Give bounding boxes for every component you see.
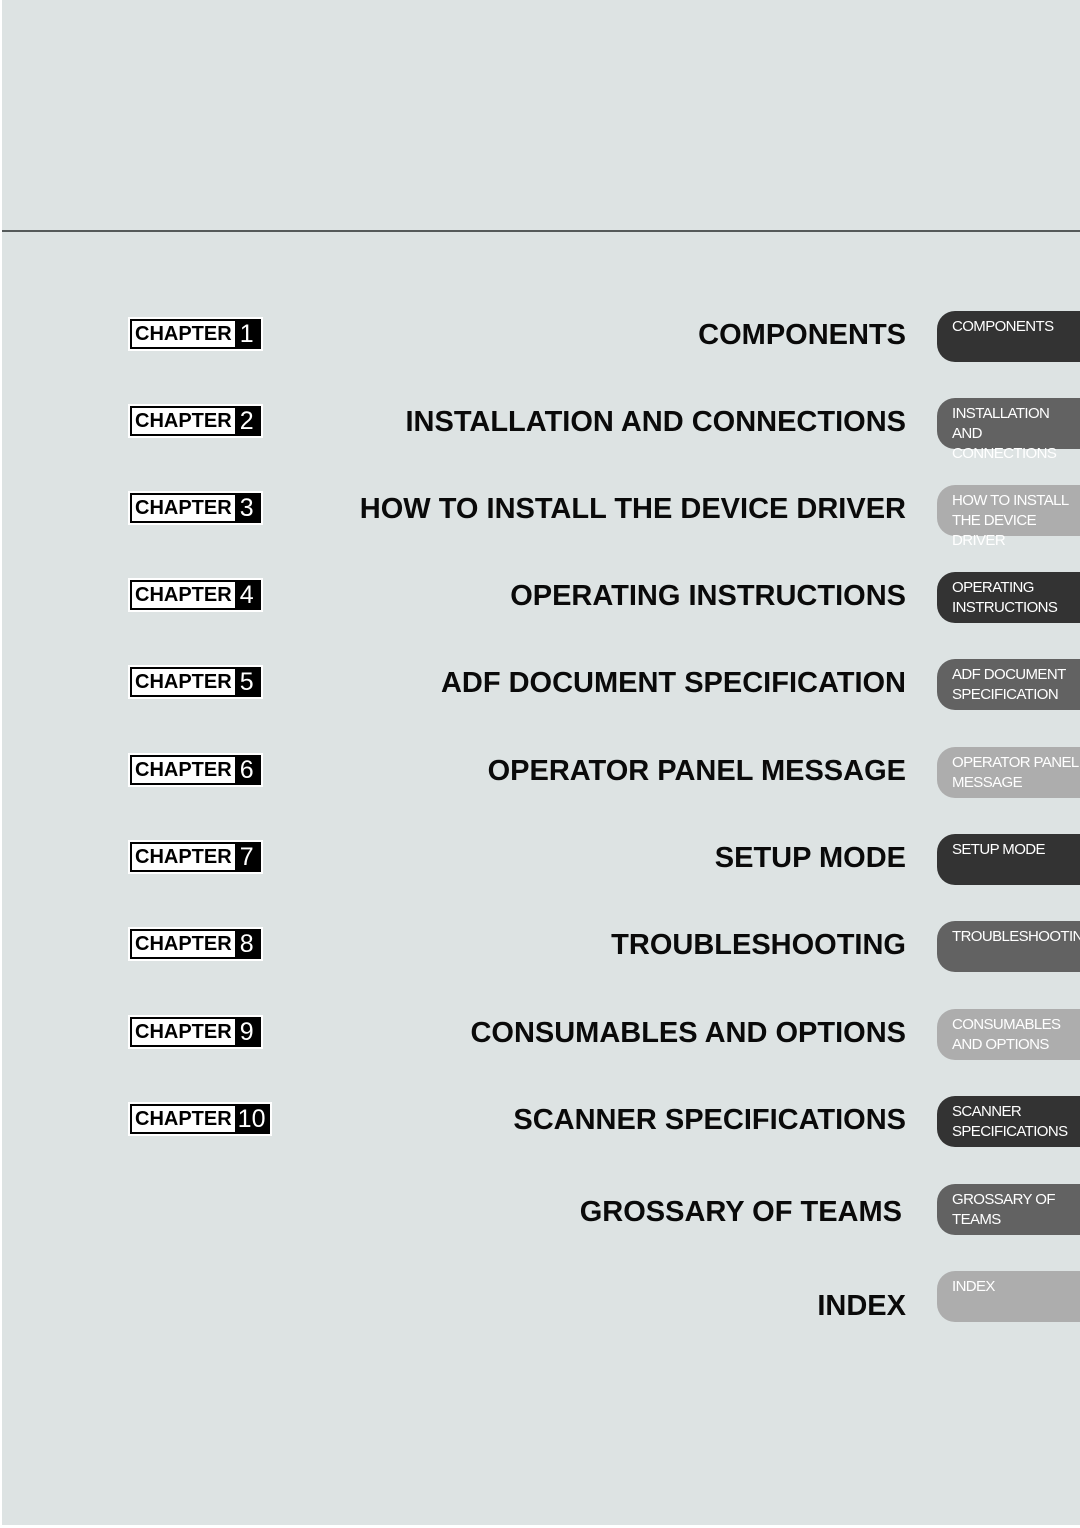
- toc-entry[interactable]: CHAPTER 3 HOW TO INSTALL THE DEVICE DRIVER…: [0, 485, 1080, 549]
- chapter-badge: CHAPTER 6: [128, 753, 263, 787]
- section-title[interactable]: SETUP MODE: [715, 840, 906, 876]
- chapter-number: 7: [234, 844, 259, 870]
- chapter-badge: CHAPTER 4: [128, 578, 263, 612]
- section-title[interactable]: INSTALLATION AND CONNECTIONS: [406, 404, 907, 440]
- chapter-badge: CHAPTER 10: [128, 1102, 273, 1136]
- section-title[interactable]: GROSSARY OF TEAMS: [580, 1194, 902, 1230]
- chapter-number: 9: [234, 1019, 259, 1045]
- section-tab[interactable]: COMPONENTS: [937, 311, 1080, 362]
- section-tab[interactable]: HOW TO INSTALL THE DEVICE DRIVER: [937, 485, 1080, 549]
- chapter-badge: CHAPTER 5: [128, 665, 263, 699]
- chapter-label: CHAPTER: [135, 323, 232, 345]
- chapter-number: 4: [234, 582, 259, 608]
- toc-entry[interactable]: GROSSARY OF TEAMS GROSSARY OF TEAMS: [0, 1184, 1080, 1236]
- toc-entry[interactable]: INDEX INDEX: [0, 1271, 1080, 1323]
- chapter-badge-frame: CHAPTER 6: [130, 755, 261, 785]
- section-tab[interactable]: SETUP MODE: [937, 834, 1080, 885]
- toc-entry[interactable]: CHAPTER 2 INSTALLATION AND CONNECTIONS INST…: [0, 398, 1080, 462]
- section-title[interactable]: COMPONENTS: [698, 317, 906, 353]
- section-title[interactable]: OPERATING INSTRUCTIONS: [510, 578, 906, 614]
- section-tab[interactable]: GROSSARY OF TEAMS: [937, 1184, 1080, 1235]
- chapter-label: CHAPTER: [135, 1021, 232, 1043]
- chapter-label: CHAPTER: [135, 1108, 232, 1130]
- chapter-badge: CHAPTER 1: [128, 317, 263, 351]
- chapter-label: CHAPTER: [135, 671, 232, 693]
- section-title[interactable]: ADF DOCUMENT SPECIFICATION: [441, 665, 906, 701]
- section-tab[interactable]: OPERATOR PANEL MESSAGE: [937, 747, 1080, 798]
- chapter-badge-frame: CHAPTER 7: [130, 842, 261, 872]
- chapter-number: 5: [234, 669, 259, 695]
- chapter-number: 8: [234, 931, 259, 957]
- chapter-label: CHAPTER: [135, 933, 232, 955]
- toc-entry[interactable]: CHAPTER 1 COMPONENTS COMPONENTS: [0, 311, 1080, 363]
- chapter-label: CHAPTER: [135, 759, 232, 781]
- chapter-badge-frame: CHAPTER 10: [130, 1104, 271, 1134]
- toc-entry[interactable]: CHAPTER 7 SETUP MODE SETUP MODE: [0, 834, 1080, 886]
- section-title[interactable]: SCANNER SPECIFICATIONS: [513, 1102, 906, 1138]
- chapter-label: CHAPTER: [135, 497, 232, 519]
- chapter-label: CHAPTER: [135, 584, 232, 606]
- chapter-number: 1: [234, 321, 259, 347]
- section-title[interactable]: OPERATOR PANEL MESSAGE: [488, 753, 906, 789]
- toc-entry[interactable]: CHAPTER 8 TROUBLESHOOTING TROUBLESHOOTING: [0, 921, 1080, 973]
- section-title[interactable]: CONSUMABLES AND OPTIONS: [470, 1015, 906, 1051]
- section-tab[interactable]: TROUBLESHOOTING: [937, 921, 1080, 972]
- chapter-badge-frame: CHAPTER 2: [130, 406, 261, 436]
- section-tab[interactable]: OPERATING INSTRUCTIONS: [937, 572, 1080, 623]
- header-divider: [2, 230, 1080, 232]
- chapter-number: 10: [234, 1106, 269, 1132]
- chapter-badge: CHAPTER 8: [128, 927, 263, 961]
- chapter-number: 6: [234, 757, 259, 783]
- section-tab[interactable]: INDEX: [937, 1271, 1080, 1322]
- section-tab[interactable]: SCANNER SPECIFICATIONS: [937, 1096, 1080, 1147]
- section-tab[interactable]: INSTALLATION AND CONNECTIONS: [937, 398, 1080, 462]
- section-title[interactable]: TROUBLESHOOTING: [611, 927, 906, 963]
- chapter-badge-frame: CHAPTER 1: [130, 319, 261, 349]
- toc-entry[interactable]: CHAPTER 10 SCANNER SPECIFICATIONS SCANNER S…: [0, 1096, 1080, 1148]
- section-title[interactable]: INDEX: [817, 1288, 906, 1324]
- chapter-badge: CHAPTER 3: [128, 491, 263, 525]
- chapter-badge-frame: CHAPTER 3: [130, 493, 261, 523]
- section-tab[interactable]: CONSUMABLES AND OPTIONS: [937, 1009, 1080, 1060]
- chapter-badge-frame: CHAPTER 5: [130, 667, 261, 697]
- chapter-badge-frame: CHAPTER 8: [130, 929, 261, 959]
- toc-entry[interactable]: CHAPTER 4 OPERATING INSTRUCTIONS OPERATING …: [0, 572, 1080, 624]
- chapter-number: 2: [234, 408, 259, 434]
- chapter-badge: CHAPTER 9: [128, 1015, 263, 1049]
- chapter-badge: CHAPTER 2: [128, 404, 263, 438]
- toc-entry[interactable]: CHAPTER 5 ADF DOCUMENT SPECIFICATION ADF DO…: [0, 659, 1080, 711]
- toc-entry[interactable]: CHAPTER 9 CONSUMABLES AND OPTIONS CONSUMABL…: [0, 1009, 1080, 1061]
- chapter-number: 3: [234, 495, 259, 521]
- section-title[interactable]: HOW TO INSTALL THE DEVICE DRIVER: [360, 491, 906, 527]
- chapter-badge-frame: CHAPTER 9: [130, 1017, 261, 1047]
- chapter-label: CHAPTER: [135, 846, 232, 868]
- section-tab[interactable]: ADF DOCUMENT SPECIFICATION: [937, 659, 1080, 710]
- chapter-badge-frame: CHAPTER 4: [130, 580, 261, 610]
- chapter-label: CHAPTER: [135, 410, 232, 432]
- chapter-badge: CHAPTER 7: [128, 840, 263, 874]
- toc-entry[interactable]: CHAPTER 6 OPERATOR PANEL MESSAGE OPERATOR P…: [0, 747, 1080, 799]
